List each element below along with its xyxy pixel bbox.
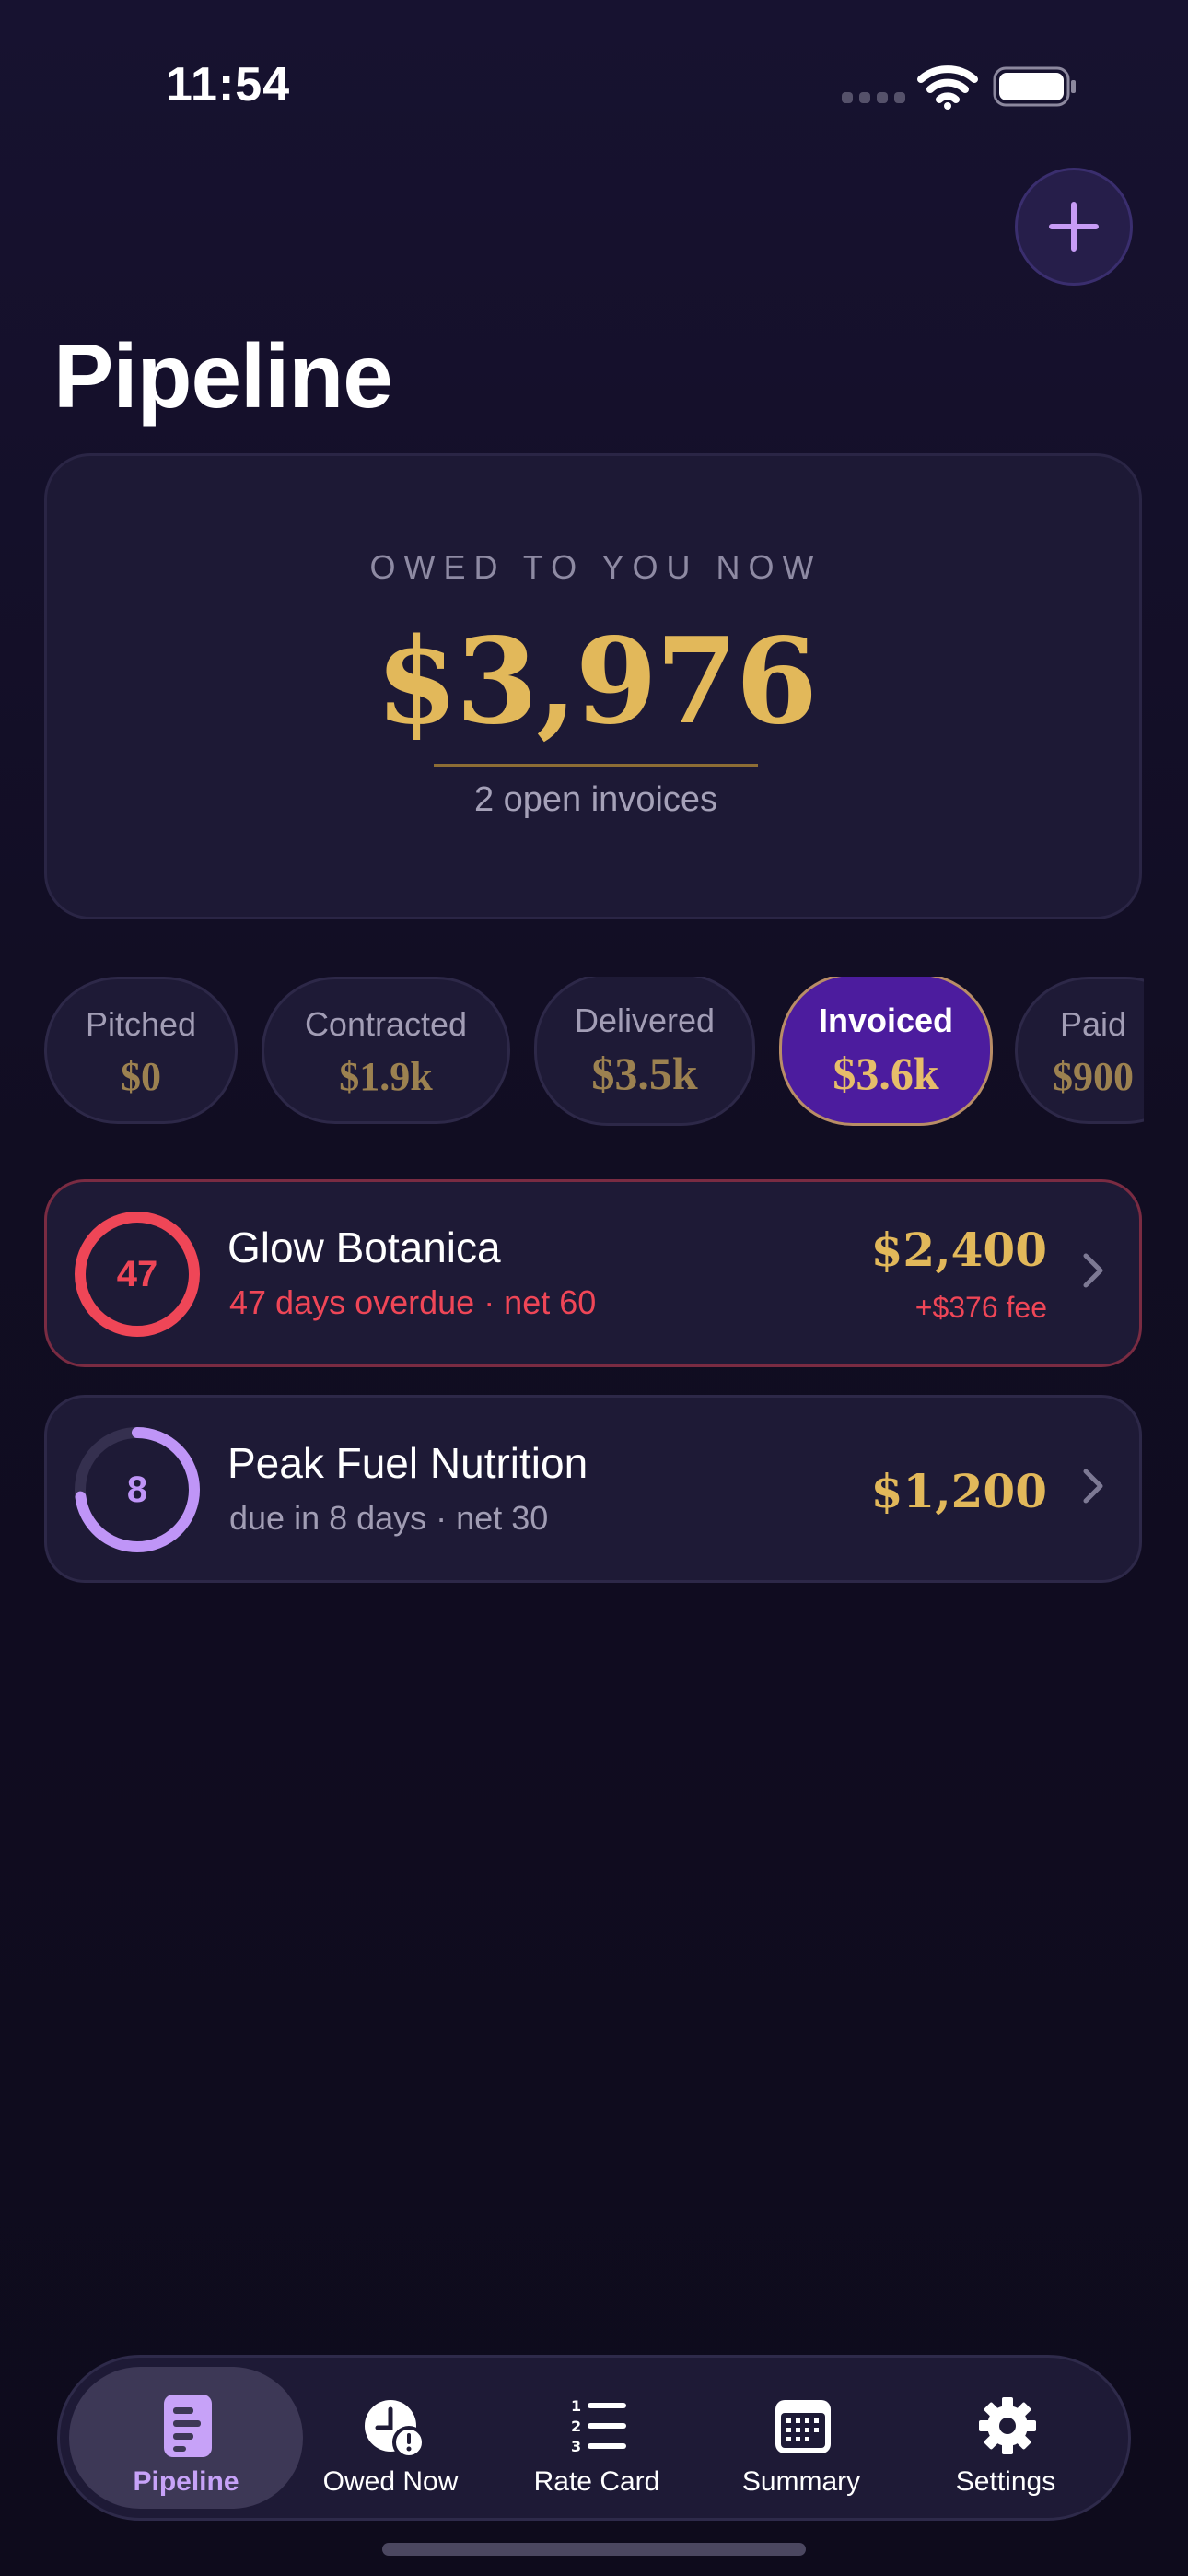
invoice-amount: $1,200 — [870, 1464, 1047, 1518]
add-button[interactable] — [1015, 168, 1133, 286]
tab-label: Summary — [741, 2466, 861, 2497]
late-fee: +$376 fee — [914, 1291, 1047, 1324]
stage-label: Pitched — [85, 1005, 197, 1043]
invoice-row[interactable]: 8 Peak Fuel Nutrition due in 8 days · ne… — [44, 1395, 1142, 1583]
clock-alert-icon — [365, 2400, 422, 2459]
owed-amount: $3,976 — [376, 613, 818, 751]
stage-value: $900 — [1053, 1054, 1134, 1099]
page-title: Pipeline — [53, 325, 393, 427]
invoice-detail: due in 8 days · net 30 — [229, 1499, 549, 1537]
tab-bar: Pipeline Owed Now 1 2 3 Rate Card Summar… — [57, 2355, 1131, 2521]
stage-pill-invoiced[interactable]: Invoiced $3.6k — [779, 977, 993, 1126]
cellular-signal-icon — [842, 92, 905, 103]
owed-label: OWED TO YOU NOW — [369, 548, 822, 586]
tab-label: Rate Card — [533, 2466, 660, 2497]
open-invoices-count: 2 open invoices — [473, 780, 718, 819]
stage-filter-bar[interactable]: Pitched $0 Contracted $1.9k Delivered $3… — [0, 977, 1144, 1133]
chevron-right-icon — [1083, 1253, 1103, 1288]
status-time: 11:54 — [166, 58, 291, 111]
plus-icon — [1049, 202, 1099, 252]
tab-summary[interactable]: Summary — [684, 2367, 918, 2509]
client-name: Glow Botanica — [227, 1224, 501, 1271]
chevron-right-icon — [1083, 1469, 1103, 1504]
tab-owed-now[interactable]: Owed Now — [274, 2367, 507, 2509]
owed-summary-card[interactable]: OWED TO YOU NOW $3,976 2 open invoices — [44, 453, 1142, 919]
stage-label: Paid — [1059, 1005, 1127, 1043]
stage-label: Contracted — [304, 1005, 468, 1043]
stage-value: $0 — [121, 1054, 161, 1099]
days-count: 8 — [126, 1469, 148, 1510]
pipeline-doc-icon — [164, 2395, 212, 2457]
stage-pill-paid[interactable]: Paid $900 — [1015, 977, 1144, 1124]
tab-label: Pipeline — [133, 2466, 239, 2497]
invoice-row[interactable]: 47 Glow Botanica 47 days overdue · net 6… — [44, 1179, 1142, 1367]
tab-label: Settings — [955, 2466, 1056, 2497]
wifi-icon — [917, 65, 978, 110]
svg-text:1: 1 — [571, 2397, 581, 2415]
battery-icon — [993, 66, 1076, 107]
numbered-list-icon: 1 2 3 — [571, 2397, 626, 2455]
stage-value: $1.9k — [339, 1054, 433, 1099]
stage-label: Delivered — [574, 1001, 716, 1039]
svg-text:2: 2 — [571, 2418, 581, 2435]
client-name: Peak Fuel Nutrition — [227, 1439, 588, 1487]
divider — [434, 764, 758, 767]
calendar-icon — [775, 2400, 831, 2453]
stage-pill-delivered[interactable]: Delivered $3.5k — [534, 977, 755, 1126]
tab-settings[interactable]: Settings — [889, 2367, 1123, 2509]
tab-rate-card[interactable]: 1 2 3 Rate Card — [480, 2367, 714, 2509]
home-indicator — [382, 2543, 806, 2556]
stage-value: $3.5k — [591, 1048, 698, 1099]
tab-label: Owed Now — [322, 2466, 459, 2497]
stage-label: Invoiced — [818, 1001, 954, 1039]
days-count: 47 — [116, 1253, 158, 1294]
gear-icon — [979, 2397, 1036, 2454]
tab-pipeline[interactable]: Pipeline — [69, 2367, 303, 2509]
stage-pill-pitched[interactable]: Pitched $0 — [44, 977, 238, 1124]
svg-text:3: 3 — [571, 2438, 581, 2455]
invoice-detail: 47 days overdue · net 60 — [229, 1283, 597, 1321]
stage-pill-contracted[interactable]: Contracted $1.9k — [262, 977, 510, 1124]
stage-value: $3.6k — [833, 1048, 939, 1099]
invoice-amount: $2,400 — [870, 1223, 1047, 1277]
